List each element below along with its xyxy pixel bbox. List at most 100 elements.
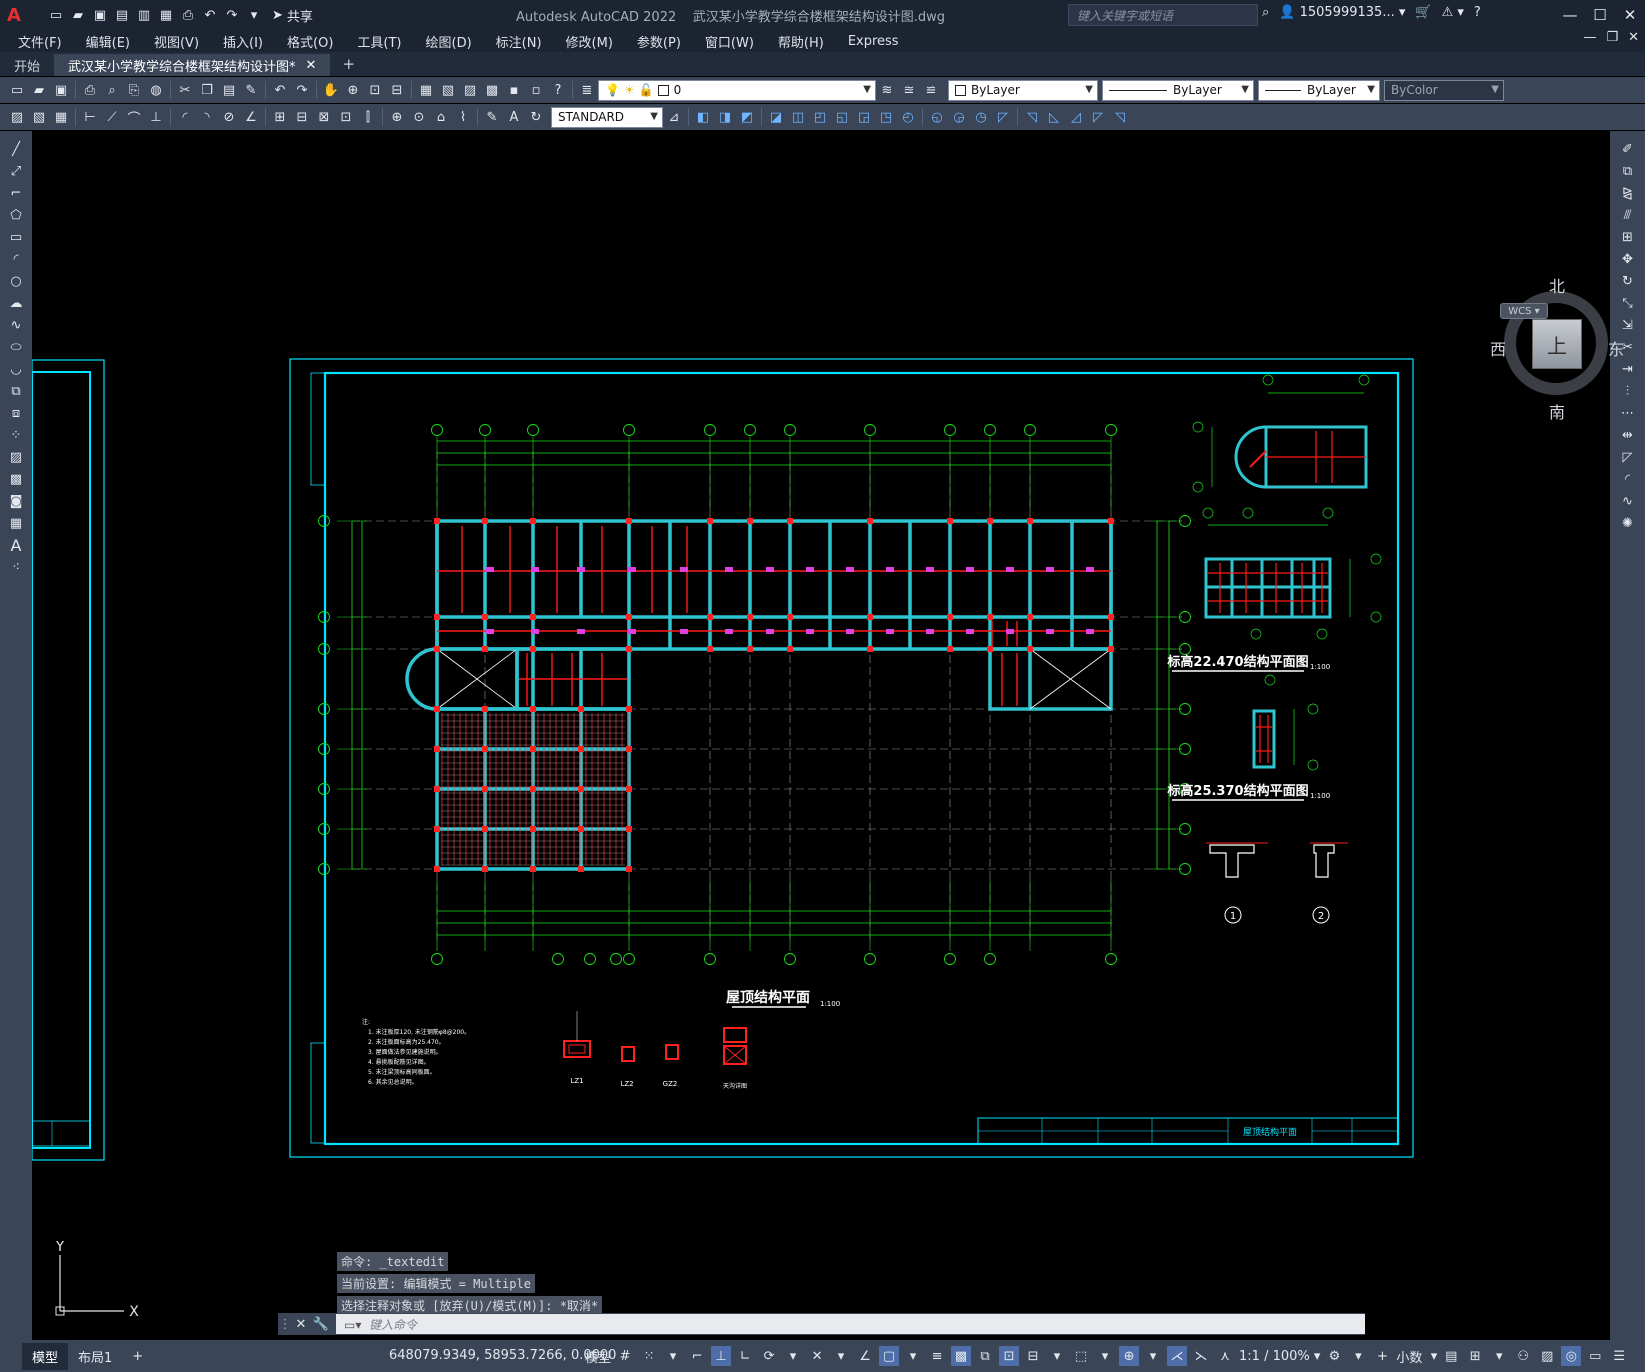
- units-dropdown[interactable]: 小数 ▾: [1396, 1346, 1437, 1366]
- dynamic-input-icon[interactable]: ⊥: [711, 1346, 732, 1366]
- properties-icon[interactable]: ▦: [415, 79, 437, 101]
- presspull-icon[interactable]: ◲: [853, 106, 875, 128]
- fillet-icon[interactable]: ◜: [1616, 469, 1640, 489]
- spline-icon[interactable]: ∿: [4, 315, 28, 335]
- markup-icon[interactable]: ▪: [503, 79, 525, 101]
- chamfer-icon[interactable]: ◸: [1616, 447, 1640, 467]
- construction-line-icon[interactable]: ⤢: [4, 161, 28, 181]
- polar-tracking-icon[interactable]: ⟳: [759, 1346, 779, 1366]
- annotation-visibility-icon[interactable]: ⋌: [1167, 1346, 1188, 1366]
- dimension-style-icon[interactable]: ⊿: [663, 106, 685, 128]
- publish-icon[interactable]: ⎘: [123, 79, 145, 101]
- layer-properties-icon[interactable]: ≣: [576, 79, 598, 101]
- polygon-icon[interactable]: ⬠: [4, 205, 28, 225]
- help-icon[interactable]: ?: [547, 79, 569, 101]
- object-snap-dropdown-icon[interactable]: ▾: [903, 1346, 923, 1366]
- sweep-icon[interactable]: ◰: [809, 106, 831, 128]
- jogged-dimension-icon[interactable]: ◝: [196, 106, 218, 128]
- arc-length-icon[interactable]: ⌒: [123, 106, 145, 128]
- zoom-previous-icon[interactable]: ⊟: [386, 79, 408, 101]
- aligned-dimension-icon[interactable]: ⟋: [101, 106, 123, 128]
- dimension-break-icon[interactable]: ⫿: [357, 106, 379, 128]
- customization-icon[interactable]: ☰: [1609, 1346, 1629, 1366]
- tab-model[interactable]: 模型: [22, 1342, 69, 1370]
- add-layout-button[interactable]: +: [122, 1345, 153, 1368]
- pan-icon[interactable]: ✋: [320, 79, 342, 101]
- tool-palettes-icon[interactable]: ▨: [459, 79, 481, 101]
- menu-parametric[interactable]: 参数(P): [637, 32, 681, 51]
- command-grip-icon[interactable]: ⋮: [278, 1317, 292, 1332]
- quickcalc-icon[interactable]: ▫: [525, 79, 547, 101]
- customize-qat-icon[interactable]: ▾: [244, 5, 264, 25]
- make-current-layer-icon[interactable]: ≋: [876, 79, 898, 101]
- search-input[interactable]: 键入关键字或短语: [1068, 4, 1258, 26]
- slice-icon[interactable]: ◸: [992, 106, 1014, 128]
- plot-preview-icon[interactable]: ⌕: [101, 79, 123, 101]
- save-icon[interactable]: ▣: [90, 5, 110, 25]
- linear-dimension-icon[interactable]: ⊢: [79, 106, 101, 128]
- grid-icon[interactable]: #: [615, 1346, 635, 1366]
- mirror-icon[interactable]: ⧎: [1616, 183, 1640, 203]
- move-icon[interactable]: ✥: [1616, 249, 1640, 269]
- match-properties-icon[interactable]: ✎: [240, 79, 262, 101]
- tab-layout1[interactable]: 布局1: [68, 1343, 122, 1370]
- cart-icon[interactable]: 🛒: [1415, 5, 1431, 20]
- snap-dropdown-icon[interactable]: ▾: [663, 1346, 683, 1366]
- menu-express[interactable]: Express: [848, 34, 899, 49]
- copy-object-icon[interactable]: ⧉: [1616, 161, 1640, 181]
- blend-curves-icon[interactable]: ∿: [1616, 491, 1640, 511]
- lock-ui-dropdown-icon[interactable]: ▾: [1489, 1346, 1509, 1366]
- diameter-dimension-icon[interactable]: ⊘: [218, 106, 240, 128]
- rectangle-icon[interactable]: ▭: [4, 227, 28, 247]
- help-icon[interactable]: ?: [1474, 5, 1481, 20]
- annotation-scale-value[interactable]: 1:1 / 100% ▾: [1239, 1346, 1320, 1366]
- inspection-icon[interactable]: ⌂: [430, 106, 452, 128]
- ordinate-dimension-icon[interactable]: ⊥: [145, 106, 167, 128]
- arc-icon[interactable]: ◜: [4, 249, 28, 269]
- join-icon[interactable]: ⇹: [1616, 425, 1640, 445]
- minimize-icon[interactable]: —: [1555, 0, 1585, 30]
- gizmo-icon[interactable]: ⊕: [1119, 1346, 1140, 1366]
- line-icon[interactable]: ╱: [4, 139, 28, 159]
- lock-ui-icon[interactable]: ⊞: [1465, 1346, 1485, 1366]
- undo-icon[interactable]: ↶: [269, 79, 291, 101]
- save-to-web-icon[interactable]: ▦: [156, 5, 176, 25]
- auto-scale-icon[interactable]: ⋋: [1191, 1346, 1211, 1366]
- tab-drawing[interactable]: 武汉某小学教学综合楼框架结构设计图* ✕: [54, 54, 331, 76]
- menu-dimension[interactable]: 标注(N): [496, 32, 542, 51]
- isodraft-icon[interactable]: ✕: [807, 1346, 827, 1366]
- 3d-move-icon[interactable]: ◹: [1021, 106, 1043, 128]
- save-icon[interactable]: ▣: [50, 79, 72, 101]
- design-center-icon[interactable]: ▧: [437, 79, 459, 101]
- 3d-osnap-icon[interactable]: ⊡: [999, 1346, 1020, 1366]
- doc-minimize-icon[interactable]: —: [1583, 30, 1596, 45]
- close-icon[interactable]: ✕: [1615, 0, 1645, 30]
- polyline-icon[interactable]: ⌐: [4, 183, 28, 203]
- selection-filter-icon[interactable]: ⬚: [1071, 1346, 1091, 1366]
- doc-restore-icon[interactable]: ❐: [1606, 30, 1618, 45]
- isodraft-dropdown-icon[interactable]: ▾: [831, 1346, 851, 1366]
- dimension-text-edit-icon[interactable]: A: [503, 106, 525, 128]
- compass-east[interactable]: 东: [1608, 336, 1624, 360]
- open-file-icon[interactable]: ▰: [68, 5, 88, 25]
- 3d-array-icon[interactable]: ◹: [1109, 106, 1131, 128]
- ortho-icon[interactable]: ∟: [735, 1346, 755, 1366]
- command-input[interactable]: ▭▾ 键入命令: [336, 1314, 1365, 1334]
- zoom-realtime-icon[interactable]: ⊕: [342, 79, 364, 101]
- full-screen-icon[interactable]: ▭: [1585, 1346, 1605, 1366]
- lineweight-icon[interactable]: ≡: [927, 1346, 947, 1366]
- menu-modify[interactable]: 修改(M): [566, 32, 613, 51]
- plot-icon[interactable]: ⎙: [79, 79, 101, 101]
- jogged-linear-icon[interactable]: ⌇: [452, 106, 474, 128]
- layer-match-icon[interactable]: ▧: [28, 106, 50, 128]
- viewcube-top-face[interactable]: 上: [1532, 319, 1582, 369]
- text-style-dropdown[interactable]: STANDARD ▼: [551, 106, 663, 128]
- layer-previous-icon[interactable]: ≊: [898, 79, 920, 101]
- plotstyle-dropdown[interactable]: ByColor ▼: [1384, 79, 1504, 101]
- intersect-icon[interactable]: ◷: [970, 106, 992, 128]
- polysolid-icon[interactable]: ◳: [875, 106, 897, 128]
- menu-draw[interactable]: 绘图(D): [426, 32, 472, 51]
- open-from-web-icon[interactable]: ▥: [134, 5, 154, 25]
- region-icon[interactable]: ◙: [4, 491, 28, 511]
- close-command-line-icon[interactable]: ✕: [292, 1317, 310, 1332]
